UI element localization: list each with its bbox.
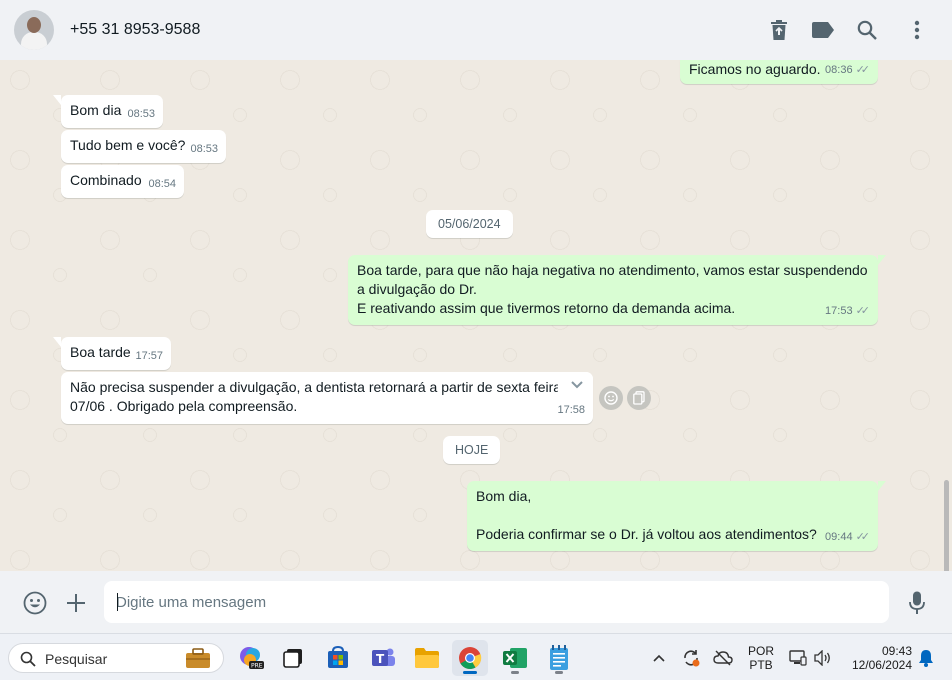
message-outgoing[interactable]: Ficamos no aguardo. 08:36 ✓✓ bbox=[680, 60, 878, 84]
message-menu-chevron-icon[interactable] bbox=[557, 372, 593, 398]
message-text-line: 07/06 . Obrigado pela compreensão. bbox=[70, 398, 298, 414]
clock-date: 12/06/2024 bbox=[851, 658, 912, 672]
message-incoming[interactable]: Tudo bem e você? 08:53 bbox=[61, 130, 226, 163]
keyboard-layout: PTB bbox=[749, 658, 773, 672]
read-ticks-icon: ✓✓ bbox=[855, 64, 871, 76]
date-divider: 05/06/2024 bbox=[426, 210, 513, 238]
date-divider-today: HOJE bbox=[443, 436, 501, 464]
message-text: Boa tarde bbox=[70, 344, 131, 360]
attach-plus-icon[interactable] bbox=[63, 590, 89, 616]
search-icon[interactable] bbox=[855, 18, 879, 42]
message-text: Combinado bbox=[70, 172, 142, 188]
system-clock[interactable]: 09:43 12/06/2024 bbox=[846, 644, 912, 672]
microsoft-store-icon[interactable] bbox=[320, 640, 356, 676]
chevron-up-icon[interactable] bbox=[646, 640, 672, 676]
message-input[interactable] bbox=[116, 591, 876, 613]
teams-icon[interactable]: T bbox=[365, 640, 401, 676]
message-text-line: a divulgação do Dr. bbox=[357, 281, 477, 297]
emoji-icon[interactable] bbox=[22, 590, 48, 616]
emoji-reaction-icon[interactable] bbox=[599, 386, 623, 410]
microphone-icon[interactable] bbox=[904, 590, 930, 616]
contact-name[interactable]: +55 31 8953-9588 bbox=[70, 21, 200, 39]
svg-text:PRE: PRE bbox=[251, 663, 263, 670]
notepad-icon[interactable] bbox=[541, 640, 577, 676]
message-text-line: Não precisa suspender a divulgação, a de… bbox=[70, 379, 558, 395]
message-incoming[interactable]: Boa tarde 17:57 bbox=[53, 337, 171, 370]
message-composer bbox=[0, 571, 952, 633]
message-time: 08:36 ✓✓ bbox=[825, 61, 870, 80]
cloud-offline-icon[interactable] bbox=[710, 640, 736, 676]
clock-time: 09:43 bbox=[881, 644, 912, 658]
language-indicator[interactable]: POR PTB bbox=[748, 644, 774, 672]
briefcase-icon bbox=[186, 648, 210, 668]
sync-icon[interactable] bbox=[678, 640, 704, 676]
chat-header: +55 31 8953-9588 bbox=[0, 0, 952, 60]
message-list[interactable]: Ficamos no aguardo. 08:36 ✓✓ Bom dia 08:5… bbox=[0, 60, 952, 571]
volume-icon[interactable] bbox=[811, 640, 835, 676]
taskbar-search[interactable]: Pesquisar bbox=[8, 643, 224, 673]
read-ticks-icon: ✓✓ bbox=[855, 531, 871, 543]
copilot-icon[interactable]: PRE bbox=[233, 640, 269, 676]
message-incoming[interactable]: Bom dia 08:53 bbox=[53, 95, 163, 128]
windows-taskbar: Pesquisar PRE T POR PTB 09:43 12/06/2024 bbox=[0, 633, 952, 680]
message-text: Tudo bem e você? bbox=[70, 137, 186, 153]
message-text-line: Boa tarde, para que não haja negativa no… bbox=[357, 262, 868, 278]
message-outgoing[interactable]: Bom dia, Poderia confirmar se o Dr. já v… bbox=[467, 481, 886, 551]
message-time: 08:53 bbox=[127, 108, 155, 120]
message-time: 17:53 ✓✓ bbox=[825, 302, 870, 321]
message-input-box[interactable] bbox=[104, 581, 889, 623]
chrome-icon[interactable] bbox=[452, 640, 488, 676]
task-view-icon[interactable] bbox=[275, 640, 311, 676]
message-incoming[interactable]: Não precisa suspender a divulgação, a de… bbox=[61, 372, 593, 424]
language-code: POR bbox=[748, 644, 775, 658]
message-text-line: E reativando assim que tivermos retorno … bbox=[357, 300, 736, 316]
message-time: 17:58 bbox=[557, 404, 585, 416]
read-ticks-icon: ✓✓ bbox=[855, 305, 871, 317]
svg-text:T: T bbox=[376, 652, 385, 666]
search-icon bbox=[20, 651, 36, 667]
message-outgoing[interactable]: Boa tarde, para que não haja negativa no… bbox=[348, 255, 886, 325]
message-text-line: Poderia confirmar se o Dr. já voltou aos… bbox=[476, 526, 817, 542]
notification-bell-icon[interactable] bbox=[914, 640, 938, 676]
message-time: 08:53 bbox=[190, 143, 218, 155]
message-time: 08:54 bbox=[148, 178, 176, 190]
excel-icon[interactable] bbox=[497, 640, 533, 676]
message-text-line: Bom dia, bbox=[476, 488, 532, 504]
text-caret bbox=[117, 593, 118, 611]
taskbar-search-label: Pesquisar bbox=[45, 651, 108, 667]
message-time: 09:44 ✓✓ bbox=[825, 528, 870, 547]
message-time: 17:57 bbox=[135, 350, 163, 362]
menu-icon[interactable] bbox=[905, 18, 929, 42]
chat-scrollbar[interactable] bbox=[944, 480, 949, 571]
message-text: Ficamos no aguardo. bbox=[689, 61, 821, 77]
copy-icon[interactable] bbox=[627, 386, 651, 410]
delete-icon[interactable] bbox=[767, 18, 791, 42]
message-text: Bom dia bbox=[70, 102, 122, 118]
contact-avatar[interactable] bbox=[14, 10, 54, 50]
network-icon[interactable] bbox=[786, 640, 810, 676]
file-explorer-icon[interactable] bbox=[409, 640, 445, 676]
label-icon[interactable] bbox=[811, 18, 835, 42]
message-incoming[interactable]: Combinado 08:54 bbox=[61, 165, 184, 198]
